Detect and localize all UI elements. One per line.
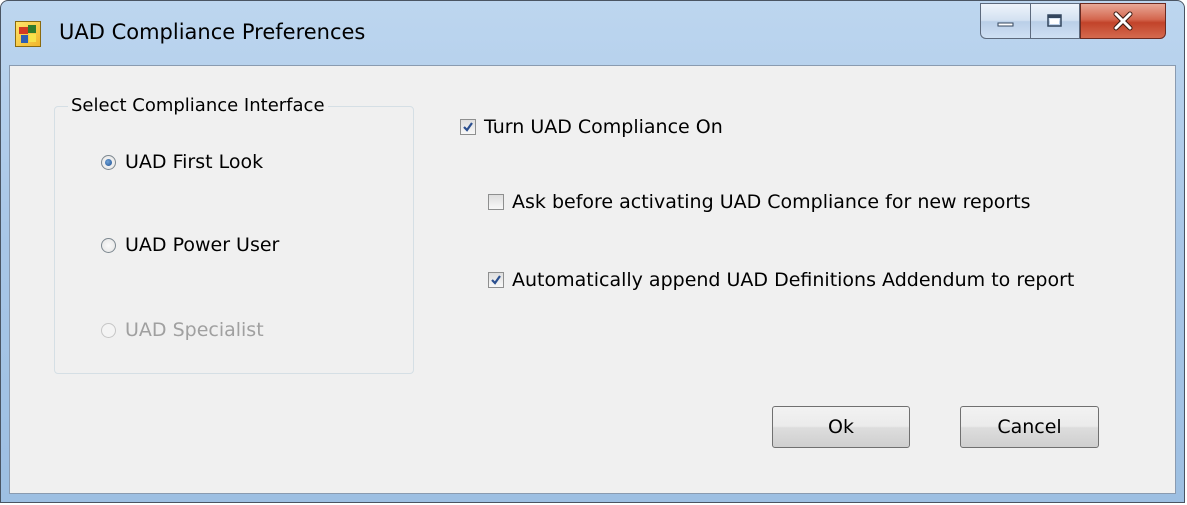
radio-uad-specialist: UAD Specialist (101, 319, 264, 341)
checkbox-label: Automatically append UAD Definitions Add… (512, 269, 1075, 291)
app-icon[interactable] (15, 21, 41, 47)
radio-button[interactable] (101, 237, 116, 253)
radio-button (101, 322, 116, 338)
checkmark-icon (491, 275, 501, 285)
close-button[interactable] (1080, 3, 1166, 39)
radio-uad-power-user[interactable]: UAD Power User (101, 234, 279, 256)
cancel-button[interactable]: Cancel (960, 406, 1099, 448)
dialog-client-area: Select Compliance Interface UAD First Lo… (9, 65, 1176, 494)
checkbox[interactable] (460, 119, 476, 135)
ok-button[interactable]: Ok (772, 406, 910, 448)
checkbox[interactable] (488, 194, 504, 210)
minimize-button[interactable] (980, 3, 1030, 39)
compliance-interface-group: Select Compliance Interface UAD First Lo… (54, 95, 414, 374)
title-bar[interactable]: UAD Compliance Preferences (1, 1, 1184, 65)
checkbox-label: Ask before activating UAD Compliance for… (512, 191, 1031, 213)
minimize-icon (997, 22, 1013, 27)
ask-before-activating-option[interactable]: Ask before activating UAD Compliance for… (488, 191, 1031, 213)
window-title: UAD Compliance Preferences (59, 20, 366, 44)
checkmark-icon (463, 122, 473, 132)
radio-label: UAD Specialist (125, 319, 264, 341)
dialog-window: UAD Compliance Preferences Select Compli… (0, 0, 1185, 503)
turn-compliance-on-option[interactable]: Turn UAD Compliance On (460, 116, 723, 138)
radio-uad-first-look[interactable]: UAD First Look (101, 151, 263, 173)
maximize-icon (1047, 14, 1062, 27)
radio-label: UAD Power User (125, 234, 280, 256)
checkbox-label: Turn UAD Compliance On (484, 116, 723, 138)
caption-buttons (980, 3, 1166, 41)
radio-label: UAD First Look (125, 151, 264, 173)
maximize-button[interactable] (1030, 3, 1080, 39)
group-legend: Select Compliance Interface (68, 95, 328, 116)
radio-button[interactable] (101, 154, 116, 170)
close-icon (1113, 11, 1133, 31)
auto-append-addendum-option[interactable]: Automatically append UAD Definitions Add… (488, 269, 1074, 291)
checkbox[interactable] (488, 272, 504, 288)
